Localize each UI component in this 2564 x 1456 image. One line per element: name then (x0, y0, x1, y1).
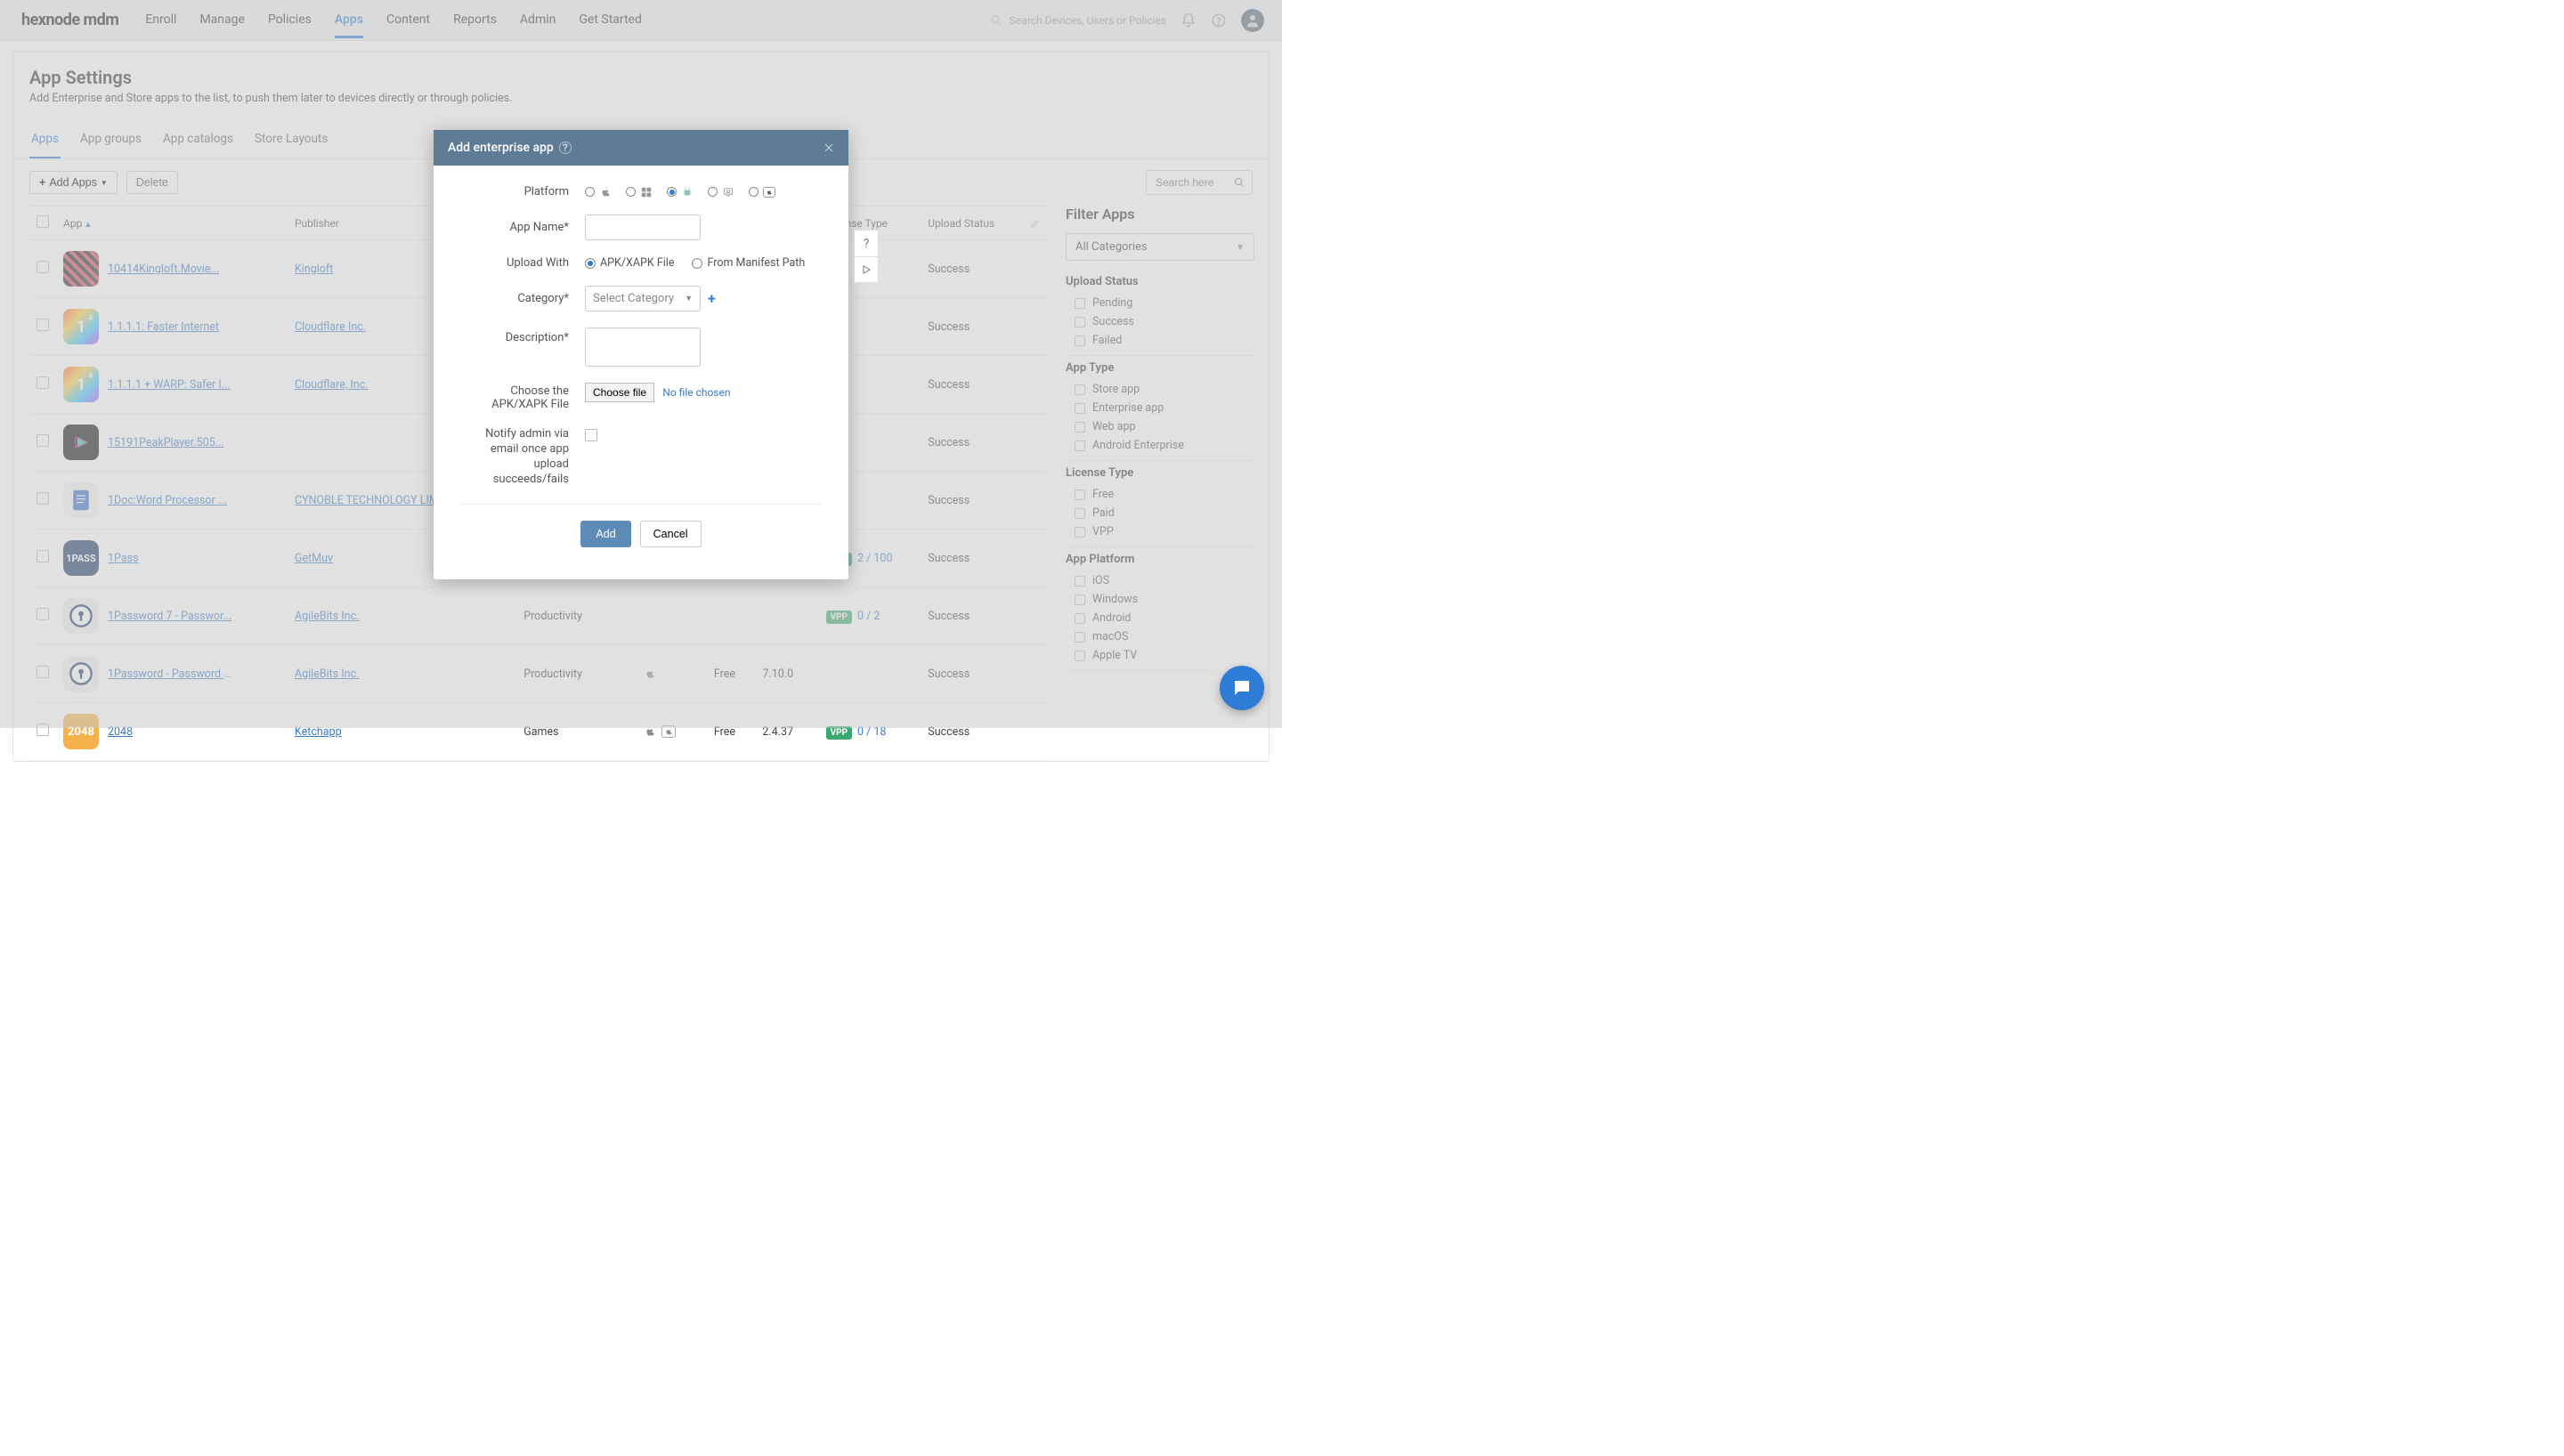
choose-file-label: Choose the APK/XAPK File (460, 383, 585, 411)
modal-help-icon[interactable]: ? (559, 142, 572, 154)
side-play-icon[interactable] (854, 256, 879, 283)
platform-windows[interactable] (626, 186, 653, 198)
choose-file-button[interactable]: Choose file (585, 383, 654, 402)
app-name-input[interactable] (585, 214, 701, 240)
description-label: Description* (460, 328, 585, 344)
no-file-text: No file chosen (662, 386, 730, 399)
modal-title: Add enterprise app (448, 141, 554, 155)
windows-icon (640, 186, 653, 198)
modal-close-icon[interactable] (824, 142, 834, 153)
upload-with-label: Upload With (460, 256, 585, 270)
platform-apple[interactable] (585, 186, 612, 198)
description-input[interactable] (585, 328, 701, 367)
platform-android[interactable] (667, 186, 694, 198)
category-select[interactable]: Select Category ▼ (585, 286, 701, 311)
chevron-down-icon: ▼ (685, 294, 693, 303)
upload-with-apk[interactable]: APK/XAPK File (585, 256, 674, 270)
category-label: Category* (460, 292, 585, 305)
appletv-icon (763, 187, 775, 198)
apple-icon (599, 186, 612, 198)
side-help-icon[interactable]: ? (854, 230, 879, 256)
upload-with-manifest[interactable]: From Manifest Path (692, 256, 805, 270)
app-name-label: App Name* (460, 221, 585, 234)
android-icon (681, 186, 694, 198)
chat-fab[interactable] (1220, 666, 1264, 710)
add-enterprise-app-modal: Add enterprise app ? ? Platform App Name… (434, 130, 848, 579)
platform-appletv[interactable] (749, 187, 775, 198)
platform-macos[interactable] (708, 186, 734, 198)
notify-label: Notify admin via email once app upload s… (460, 427, 585, 488)
modal-cancel-button[interactable]: Cancel (640, 521, 702, 547)
add-category-icon[interactable]: + (708, 290, 716, 307)
chat-icon (1231, 677, 1253, 699)
macos-icon (722, 186, 734, 198)
notify-checkbox[interactable] (585, 429, 597, 441)
platform-label: Platform (460, 185, 585, 198)
modal-add-button[interactable]: Add (580, 521, 630, 547)
